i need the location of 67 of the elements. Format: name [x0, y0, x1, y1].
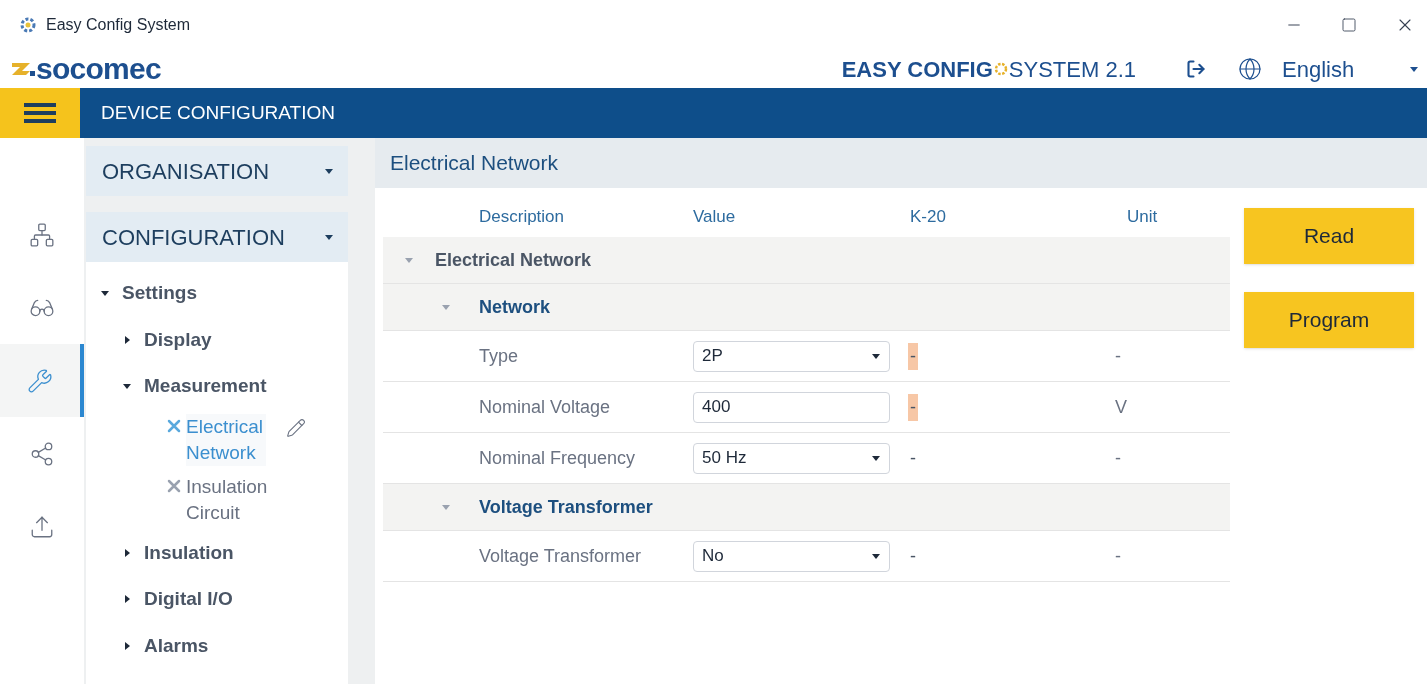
- menu-icon: [24, 102, 56, 124]
- unit-value: V: [1115, 395, 1127, 419]
- collapse-toggle[interactable]: [404, 255, 414, 265]
- expand-toggle[interactable]: [122, 334, 132, 345]
- tree-item[interactable]: Display: [144, 325, 212, 354]
- dropdown-icon[interactable]: [324, 166, 334, 176]
- dropdown-icon[interactable]: [324, 232, 334, 242]
- network-icon: [29, 440, 55, 467]
- gear-icon: [992, 61, 1009, 77]
- dropdown-icon[interactable]: [871, 551, 881, 561]
- tree-item[interactable]: Alarms: [144, 631, 209, 660]
- column-header: Description: [478, 205, 566, 228]
- unit-value: -: [1115, 544, 1121, 568]
- tree-item[interactable]: Measurement: [144, 372, 267, 401]
- k20-value: -: [909, 544, 917, 568]
- group-title: Voltage Transformer: [479, 495, 653, 519]
- parameter-label: Type: [478, 344, 520, 368]
- group-title: Network: [479, 295, 550, 319]
- maximize-icon[interactable]: [1341, 17, 1357, 33]
- tree-item[interactable]: Settings: [122, 279, 197, 308]
- parameter-label: Nominal Frequency: [478, 446, 637, 470]
- sitemap-icon: [29, 221, 55, 248]
- group-title: Electrical Network: [435, 248, 592, 272]
- column-header: Unit: [1127, 205, 1158, 228]
- brand-logo: socomec: [36, 54, 161, 84]
- expand-toggle[interactable]: [122, 547, 132, 558]
- globe-icon: [1238, 57, 1262, 81]
- product-name: EASY CONFIG: [841, 55, 993, 84]
- menu-button[interactable]: [0, 88, 80, 138]
- product-version: SYSTEM 2.1: [1008, 55, 1136, 84]
- tree-item[interactable]: Insulation: [144, 538, 234, 567]
- wrench-icon: [27, 367, 53, 394]
- language-select[interactable]: English: [1282, 52, 1427, 86]
- logout-icon[interactable]: [1186, 59, 1206, 79]
- rail-tab[interactable]: [0, 344, 84, 417]
- value-select[interactable]: 50 Hz: [693, 442, 890, 474]
- gear-icon: [18, 15, 38, 35]
- expand-toggle[interactable]: [122, 594, 132, 605]
- value-select[interactable]: 2P: [693, 340, 890, 372]
- edit-icon[interactable]: [286, 417, 306, 438]
- action-button[interactable]: Read: [1244, 208, 1414, 264]
- collapse-toggle[interactable]: [441, 502, 451, 512]
- k20-value: -: [908, 342, 918, 370]
- panel-title: Electrical Network: [390, 150, 559, 177]
- section-header[interactable]: CONFIGURATION: [86, 212, 348, 262]
- tree-item[interactable]: Insulation Circuit: [186, 473, 266, 526]
- page-title: DEVICE CONFIGURATION: [101, 100, 335, 125]
- unit-value: -: [1115, 446, 1121, 470]
- k20-value: -: [908, 393, 918, 421]
- value-input[interactable]: 400: [693, 391, 890, 423]
- unit-value: -: [1115, 344, 1121, 368]
- dropdown-icon[interactable]: [871, 351, 881, 361]
- k20-value: -: [909, 446, 917, 470]
- collapse-toggle[interactable]: [441, 302, 451, 312]
- logo-mark-icon: [12, 61, 36, 77]
- value-select[interactable]: No: [693, 540, 890, 572]
- section-header[interactable]: ORGANISATION: [86, 146, 348, 196]
- column-header: K-20: [910, 205, 947, 228]
- action-button[interactable]: Program: [1244, 292, 1414, 348]
- dropdown-icon[interactable]: [871, 453, 881, 463]
- tree-item[interactable]: Digital I/O: [144, 585, 233, 614]
- parameter-label: Nominal Voltage: [478, 395, 612, 419]
- column-header: Value: [693, 205, 737, 228]
- window-title: Easy Config System: [46, 15, 191, 35]
- parameter-label: Voltage Transformer: [478, 544, 643, 568]
- dropdown-icon[interactable]: [1409, 64, 1419, 74]
- expand-toggle[interactable]: [122, 640, 132, 651]
